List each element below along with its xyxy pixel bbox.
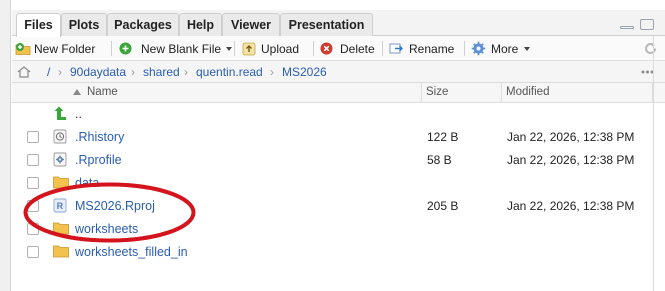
- chevron-down-icon: [226, 47, 232, 51]
- folder-name-link[interactable]: worksheets_filled_in: [75, 245, 188, 259]
- breadcrumb: / › 90daydata › shared › quentin.read › …: [12, 61, 665, 83]
- toolbar-separator: [313, 41, 314, 56]
- row-checkbox[interactable]: [27, 154, 39, 166]
- file-name-link[interactable]: .Rhistory: [75, 130, 124, 144]
- delete-x-icon: [320, 42, 333, 55]
- tab-packages[interactable]: Packages: [107, 13, 179, 37]
- breadcrumb-item-ms2026[interactable]: MS2026: [282, 65, 327, 79]
- toolbar-separator: [382, 41, 383, 56]
- file-size: 122 B: [427, 130, 459, 144]
- minimize-pane-icon[interactable]: [620, 26, 634, 29]
- column-header-name[interactable]: Name: [87, 86, 118, 98]
- more-label: More: [491, 42, 519, 56]
- chevron-down-icon: [524, 47, 530, 51]
- tab-help[interactable]: Help: [179, 13, 222, 37]
- column-divider: [421, 83, 422, 103]
- plus-circle-icon: [119, 42, 132, 55]
- rhistory-icon: [53, 129, 67, 144]
- file-size: 58 B: [427, 153, 452, 167]
- tab-viewer[interactable]: Viewer: [222, 13, 280, 37]
- breadcrumb-separator: ›: [58, 65, 62, 79]
- vertical-scrollbar[interactable]: [653, 10, 665, 291]
- breadcrumb-separator: ›: [184, 65, 188, 79]
- tab-files[interactable]: Files: [16, 13, 61, 37]
- pane-tab-bar: Files Plots Packages Help Viewer Present…: [12, 10, 665, 37]
- table-row[interactable]: .Rhistory 122 B Jan 22, 2026, 12:38 PM: [12, 126, 653, 149]
- toolbar-separator: [111, 41, 112, 56]
- breadcrumb-separator: ›: [131, 65, 135, 79]
- table-row[interactable]: .Rprofile 58 B Jan 22, 2026, 12:38 PM: [12, 149, 653, 172]
- folder-icon: [53, 245, 69, 258]
- rprofile-gear-icon: [53, 152, 67, 167]
- sort-ascending-icon: [73, 89, 81, 95]
- breadcrumb-root[interactable]: /: [47, 65, 50, 79]
- files-pane: Files Plots Packages Help Viewer Present…: [12, 10, 665, 291]
- table-row[interactable]: worksheets_filled_in: [12, 241, 653, 264]
- new-folder-icon: [15, 43, 31, 55]
- column-header-size[interactable]: Size: [426, 86, 448, 98]
- home-icon[interactable]: [17, 66, 31, 78]
- file-size: 205 B: [427, 199, 459, 213]
- maximize-pane-icon[interactable]: [640, 19, 654, 30]
- rename-label: Rename: [409, 42, 455, 56]
- up-arrow-icon: [54, 106, 66, 120]
- breadcrumb-item-shared[interactable]: shared: [143, 65, 180, 79]
- new-blank-file-label: New Blank File: [141, 42, 222, 56]
- parent-directory-label[interactable]: ..: [75, 107, 82, 121]
- delete-label: Delete: [340, 42, 375, 56]
- files-toolbar: New Folder New Blank File Upload Delete …: [12, 36, 665, 61]
- toolbar-separator: [464, 41, 465, 56]
- row-checkbox[interactable]: [27, 131, 39, 143]
- left-gutter: [0, 0, 11, 291]
- file-name-link[interactable]: .Rprofile: [75, 153, 122, 167]
- parent-directory-row[interactable]: ..: [12, 103, 653, 126]
- highlight-annotation-oval: [23, 182, 196, 243]
- upload-label: Upload: [261, 42, 300, 56]
- upload-icon: [242, 42, 256, 56]
- file-table-header: Name Size Modified: [12, 83, 665, 103]
- new-folder-label: New Folder: [34, 42, 96, 56]
- column-header-modified[interactable]: Modified: [506, 86, 549, 98]
- file-modified: Jan 22, 2026, 12:38 PM: [507, 199, 635, 213]
- breadcrumb-separator: ›: [270, 65, 274, 79]
- gear-icon: [471, 41, 486, 56]
- rename-icon: [389, 43, 403, 54]
- tab-presentation[interactable]: Presentation: [280, 13, 373, 37]
- row-checkbox[interactable]: [27, 246, 39, 258]
- breadcrumb-item-quentin-read[interactable]: quentin.read: [196, 65, 263, 79]
- file-modified: Jan 22, 2026, 12:38 PM: [507, 153, 635, 167]
- column-divider: [501, 83, 502, 103]
- file-modified: Jan 22, 2026, 12:38 PM: [507, 130, 635, 144]
- toolbar-separator: [234, 41, 235, 56]
- tab-plots[interactable]: Plots: [61, 13, 107, 37]
- breadcrumb-item-90daydata[interactable]: 90daydata: [70, 65, 126, 79]
